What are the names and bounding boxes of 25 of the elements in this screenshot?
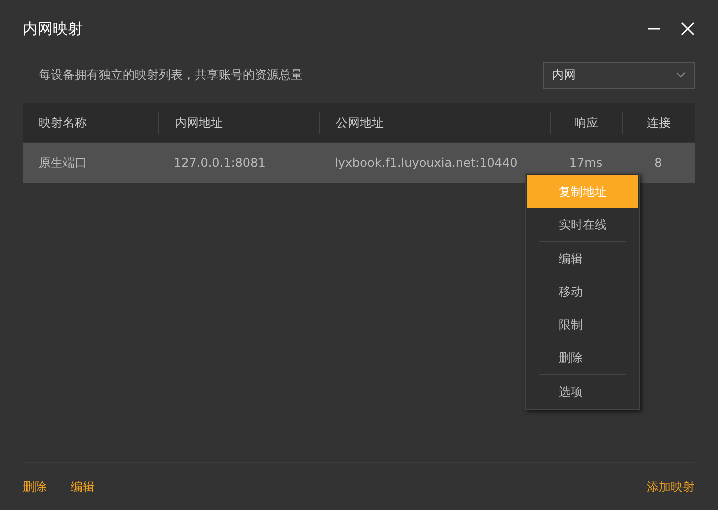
- column-header[interactable]: 连接: [647, 114, 671, 132]
- menu-item[interactable]: 限制: [527, 308, 638, 341]
- table-cell-text: 17ms: [569, 155, 603, 172]
- menu-item[interactable]: 编辑: [527, 242, 638, 275]
- close-icon[interactable]: [681, 22, 695, 36]
- table-row[interactable]: 原生端口 127.0.0.1:8081 lyxbook.f1.luyouxia.net:10440 17ms 8: [23, 143, 695, 183]
- table-cell-text: 127.0.0.1:8081: [174, 155, 266, 172]
- menu-item[interactable]: 移动: [527, 275, 638, 308]
- footer-link[interactable]: 删除: [23, 478, 47, 496]
- column-header[interactable]: 映射名称: [39, 114, 87, 132]
- network-select[interactable]: 内网: [543, 62, 695, 88]
- chevron-down-icon: [676, 72, 686, 78]
- footer-link[interactable]: 编辑: [71, 478, 95, 496]
- table-cell-text: 8: [654, 155, 662, 172]
- column-header[interactable]: 响应: [574, 114, 598, 132]
- column-header[interactable]: 公网地址: [336, 114, 384, 132]
- menu-item[interactable]: 实时在线: [527, 208, 638, 241]
- window-title: 内网映射: [23, 18, 84, 40]
- table-cell-text: 原生端口: [39, 155, 87, 172]
- add-mapping-link[interactable]: 添加映射: [647, 478, 695, 496]
- menu-item[interactable]: 选项: [527, 375, 638, 408]
- column-header[interactable]: 内网地址: [175, 114, 223, 132]
- menu-item[interactable]: 删除: [527, 341, 638, 374]
- description-text: 每设备拥有独立的映射列表，共享账号的资源总量: [38, 67, 304, 84]
- table-cell-text: lyxbook.f1.luyouxia.net:10440: [335, 155, 518, 172]
